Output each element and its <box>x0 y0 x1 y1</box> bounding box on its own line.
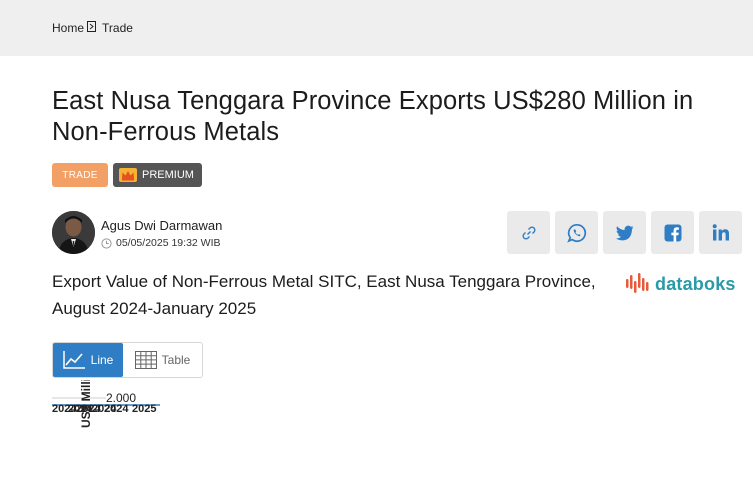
author-avatar[interactable] <box>52 211 95 254</box>
premium-label: PREMIUM <box>142 169 194 181</box>
clock-icon <box>101 237 112 249</box>
twitter-icon <box>615 225 633 240</box>
breadcrumb-trade-link[interactable]: Trade <box>102 21 133 35</box>
whatsapp-icon <box>566 223 586 243</box>
crown-icon <box>119 168 137 182</box>
category-badge[interactable]: TRADE <box>52 163 108 187</box>
line-view-label: Line <box>90 353 114 367</box>
table-view-button[interactable]: Table <box>123 343 202 377</box>
databoks-logo[interactable]: databoks <box>626 272 736 296</box>
link-icon <box>521 225 536 240</box>
breadcrumb-home-link[interactable]: Home <box>52 21 84 35</box>
whatsapp-share-button[interactable] <box>555 211 598 254</box>
breadcrumb: Home Trade <box>52 21 133 35</box>
chart-x-tick-label: 2025 <box>132 403 157 415</box>
linkedin-share-button[interactable] <box>699 211 742 254</box>
premium-badge[interactable]: PREMIUM <box>113 163 202 187</box>
publish-date-text: 05/05/2025 19:32 WIB <box>116 237 221 249</box>
databoks-bars-icon <box>626 273 649 293</box>
facebook-share-button[interactable] <box>651 211 694 254</box>
chevron-right-icon <box>85 21 97 35</box>
chart-view-toggle: Line Table <box>52 342 203 378</box>
copy-link-button[interactable] <box>507 211 550 254</box>
facebook-icon <box>664 224 681 242</box>
chart-x-tick-label: 2024 <box>104 403 129 415</box>
chart-title: Export Value of Non-Ferrous Metal SITC, … <box>52 272 596 318</box>
table-icon <box>134 351 157 369</box>
line-view-button[interactable]: Line <box>53 343 123 377</box>
author-name[interactable]: Agus Dwi Darmawan <box>101 218 222 233</box>
line-chart-icon <box>62 351 85 369</box>
databoks-brand-text: databoks <box>655 273 736 294</box>
table-view-label: Table <box>161 353 191 367</box>
article-title: East Nusa Tenggara Province Exports US$2… <box>52 87 694 146</box>
linkedin-icon <box>712 224 729 241</box>
twitter-share-button[interactable] <box>603 211 646 254</box>
top-bar: Home Trade <box>0 0 753 56</box>
publish-date: 05/05/2025 19:32 WIB <box>101 237 221 249</box>
